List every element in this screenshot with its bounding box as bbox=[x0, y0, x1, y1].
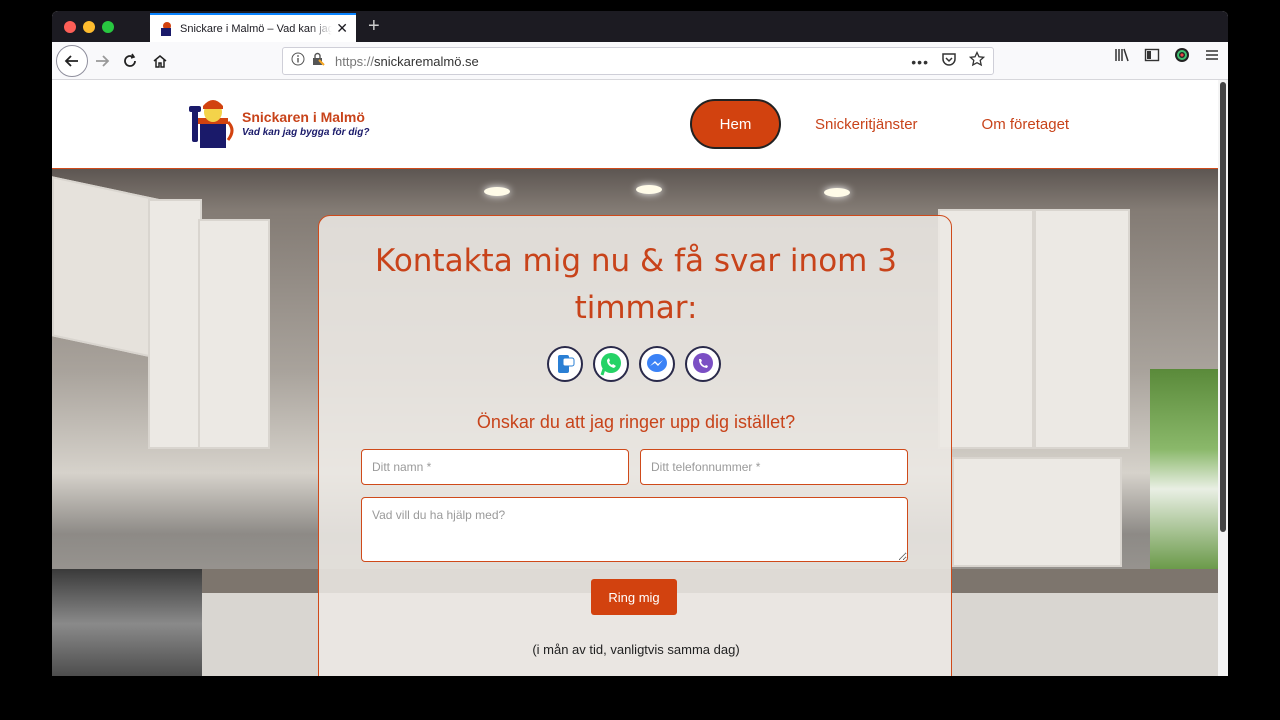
hamburger-menu-icon[interactable] bbox=[1204, 47, 1220, 68]
url-host: snickaremalmö.se bbox=[374, 53, 479, 69]
contact-card: Kontakta mig nu & få svar inom 3 timmar: bbox=[318, 215, 952, 676]
ring-mig-button[interactable]: Ring mig bbox=[591, 579, 677, 615]
contact-title-line2: timmar: bbox=[574, 290, 698, 326]
insecure-lock-icon[interactable] bbox=[311, 52, 325, 71]
navigation-bar: https://snickaremalmö.se ••• bbox=[52, 42, 1228, 80]
back-button[interactable] bbox=[56, 45, 88, 77]
whatsapp-icon[interactable] bbox=[593, 346, 629, 382]
url-scheme: https:// bbox=[335, 53, 375, 69]
contact-title: Kontakta mig nu & få svar inom 3 timmar: bbox=[319, 238, 953, 332]
site-header: Snickaren i Malmö Vad kan jag bygga för … bbox=[52, 80, 1218, 169]
page-scrollbar[interactable] bbox=[1218, 80, 1228, 676]
reload-icon bbox=[124, 53, 136, 67]
messenger-icon[interactable] bbox=[639, 346, 675, 382]
site-favicon-icon bbox=[158, 21, 174, 37]
web-page: Snickaren i Malmö Vad kan jag bygga för … bbox=[52, 80, 1218, 676]
logo-tagline: Vad kan jag bygga för dig? bbox=[242, 126, 370, 138]
url-bar[interactable]: https://snickaremalmö.se ••• bbox=[282, 47, 994, 75]
bookmark-star-icon[interactable] bbox=[968, 50, 986, 72]
arrow-right-icon bbox=[96, 55, 110, 67]
home-button[interactable] bbox=[146, 47, 174, 75]
oven bbox=[52, 569, 202, 676]
page-actions-icon[interactable]: ••• bbox=[911, 54, 929, 70]
extension-icon[interactable] bbox=[1174, 47, 1190, 68]
cabinet-left bbox=[148, 199, 202, 449]
ceiling-light bbox=[636, 185, 662, 194]
contact-title-line1: Kontakta mig nu & få svar inom 3 bbox=[375, 243, 897, 279]
site-logo[interactable]: Snickaren i Malmö Vad kan jag bygga för … bbox=[188, 96, 369, 150]
info-icon[interactable] bbox=[291, 52, 305, 71]
garden-window bbox=[1150, 369, 1218, 569]
chat-icons bbox=[547, 346, 721, 382]
ceiling-light bbox=[484, 187, 510, 196]
menu-item-snickeritjanster[interactable]: Snickeritjänster bbox=[815, 116, 918, 133]
maximize-window-button[interactable] bbox=[102, 21, 114, 33]
carpenter-logo-icon bbox=[189, 100, 234, 148]
minimize-window-button[interactable] bbox=[83, 21, 95, 33]
tab-strip: Snickare i Malmö – Vad kan jag bygga för… bbox=[52, 11, 1228, 42]
menu-item-om-foretaget[interactable]: Om företaget bbox=[982, 116, 1070, 133]
hero-kitchen-background: Kontakta mig nu & få svar inom 3 timmar: bbox=[52, 169, 1218, 676]
sms-icon[interactable] bbox=[547, 346, 583, 382]
logo-title: Snickaren i Malmö bbox=[242, 108, 365, 125]
callback-note: (i mån av tid, vanligtvis samma dag) bbox=[532, 642, 740, 657]
close-window-button[interactable] bbox=[64, 21, 76, 33]
arrow-left-icon bbox=[64, 55, 78, 67]
menu-item-hem[interactable]: Hem bbox=[690, 99, 781, 149]
message-textarea[interactable] bbox=[361, 497, 908, 562]
cabinet-left-2 bbox=[198, 219, 270, 449]
reload-button[interactable] bbox=[116, 47, 144, 75]
main-menu: Hem Snickeritjänster Om företaget bbox=[690, 99, 1069, 149]
tab-close-icon[interactable]: ✕ bbox=[336, 20, 348, 37]
name-input[interactable] bbox=[361, 449, 629, 485]
library-icon[interactable] bbox=[1114, 47, 1130, 68]
callback-question: Önskar du att jag ringer upp dig iställe… bbox=[476, 412, 796, 432]
new-tab-button[interactable]: + bbox=[368, 15, 380, 38]
url-text: https://snickaremalmö.se bbox=[335, 54, 479, 69]
pocket-icon[interactable] bbox=[941, 51, 957, 72]
ceiling-light bbox=[824, 188, 850, 197]
viber-icon[interactable] bbox=[685, 346, 721, 382]
scrollbar-thumb[interactable] bbox=[1220, 82, 1226, 532]
sidebar-icon[interactable] bbox=[1144, 47, 1160, 68]
browser-window: Snickare i Malmö – Vad kan jag bygga för… bbox=[52, 11, 1228, 676]
browser-tab[interactable]: Snickare i Malmö – Vad kan jag bygga för… bbox=[150, 13, 356, 42]
cabinet-right-lower bbox=[952, 457, 1122, 567]
tab-title: Snickare i Malmö – Vad kan jag bygga för… bbox=[180, 22, 333, 35]
home-icon bbox=[153, 55, 167, 68]
cabinet-right-2 bbox=[1034, 209, 1130, 449]
forward-button[interactable] bbox=[88, 47, 116, 75]
phone-input[interactable] bbox=[640, 449, 908, 485]
